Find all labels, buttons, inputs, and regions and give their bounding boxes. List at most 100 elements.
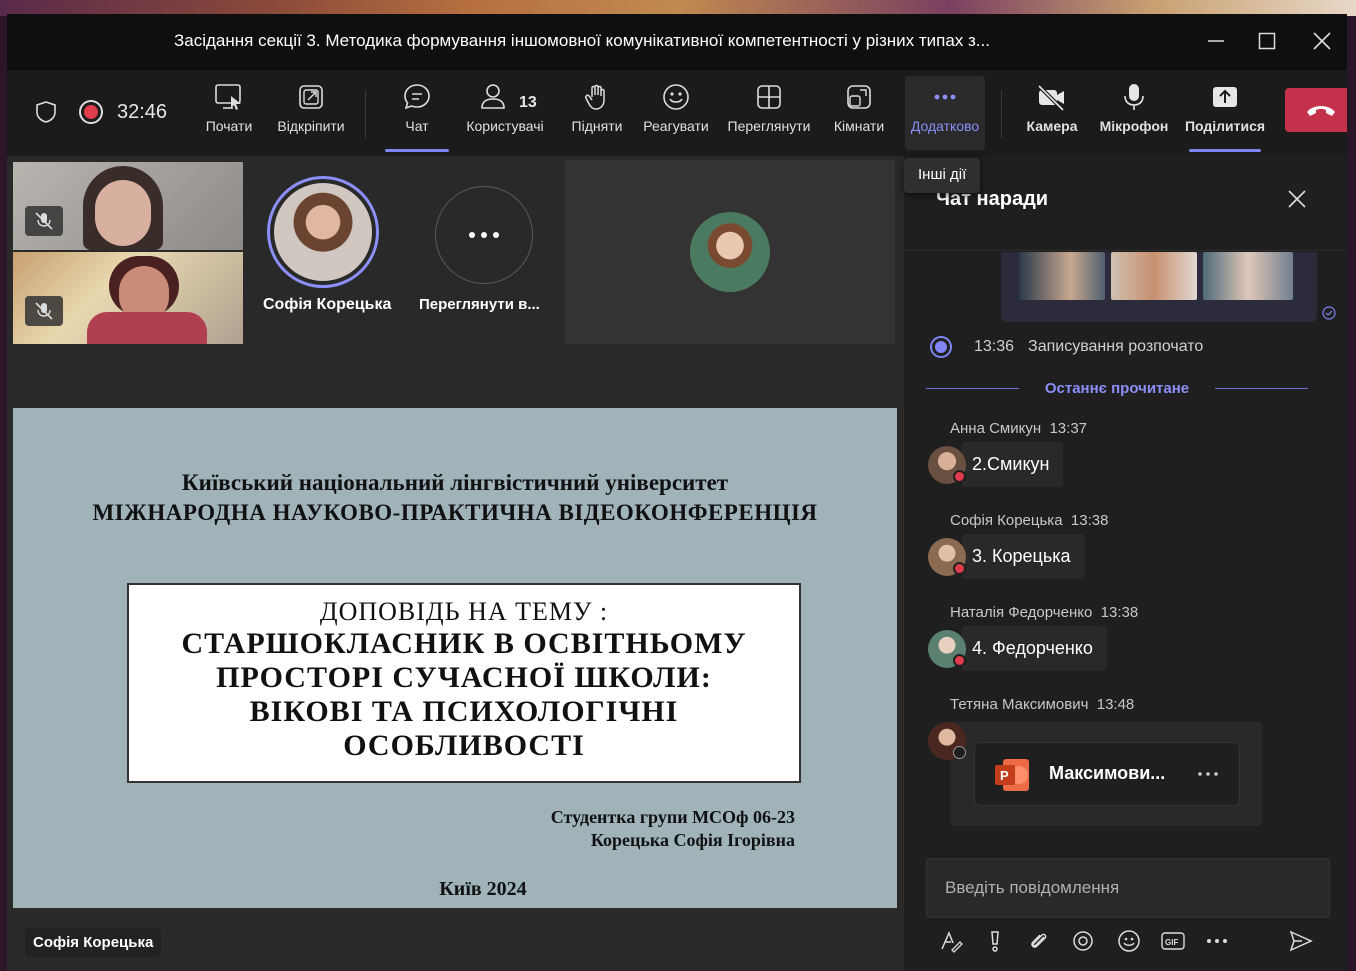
gif-button[interactable]: GIF [1158,926,1188,956]
chat-icon [404,84,430,110]
file-name: Максимови... [1049,763,1166,783]
svg-text:GIF: GIF [1165,938,1178,947]
view-more-label: Переглянути в... [419,296,540,313]
react-button[interactable]: Реагувати [639,80,713,150]
participant-tile[interactable] [565,160,895,344]
loop-icon [1073,931,1093,951]
meeting-chat-panel: Чат наради 13:36 Записування розпочато О… [903,156,1347,971]
shared-presentation-slide: Київський національний лінгвістичний уні… [13,408,897,908]
view-button[interactable]: Переглянути [723,80,815,150]
emoji-button[interactable] [1114,926,1144,956]
share-icon [1213,87,1237,107]
mic-off-icon [25,296,63,326]
format-text-icon [941,931,963,953]
rooms-icon [847,85,871,109]
close-icon [1288,190,1306,208]
more-actions-button[interactable]: Додатково [905,80,985,150]
slide-city-year: Київ 2024 [439,878,527,900]
slide-conference: МІЖНАРОДНА НАУКОВО-ПРАКТИЧНА ВІДЕОКОНФЕР… [92,500,818,525]
camera-off-icon [1037,84,1065,112]
chat-message[interactable]: 3. Корецька [962,534,1085,579]
gif-icon: GIF [1161,932,1185,950]
recording-icon [930,336,952,358]
participant-tile-featured[interactable]: Софія Корецька Переглянути в... [251,162,563,344]
slide-university: Київський національний лінгвістичний уні… [181,470,729,495]
microphone-icon [1124,84,1144,110]
important-button[interactable] [980,926,1010,956]
avatar [690,212,770,292]
more-compose-options-button[interactable] [1202,926,1232,956]
maximize-icon [1258,32,1276,50]
recording-thumbnail [1111,252,1197,300]
loop-button[interactable] [1068,926,1098,956]
format-button[interactable] [936,926,966,956]
popout-icon [299,85,323,109]
meeting-toolbar: 32:46 Почати Відкріпити Чат 13 Користува… [7,70,1347,156]
powerpoint-file-icon: P [995,759,1029,791]
raise-hand-button[interactable]: Підняти [565,80,629,150]
seen-check-icon [1322,306,1336,320]
emoji-icon [1118,930,1140,952]
camera-button[interactable]: Камера [1021,80,1083,150]
close-window-button[interactable] [1307,26,1337,56]
slide-topic-box: ДОПОВІДЬ НА ТЕМУ : СТАРШОКЛАСНИК В ОСВІТ… [127,583,801,783]
popout-button[interactable]: Відкріпити [271,80,351,150]
message-header: Наталія Федорченко 13:38 [950,604,1139,621]
message-input[interactable] [945,873,1305,903]
rooms-button[interactable]: Кімнати [827,80,891,150]
paperclip-icon [1031,933,1047,948]
slide-topic-line: ПРОСТОРІ СУЧАСНОЇ ШКОЛИ: [216,661,712,694]
minimize-button[interactable] [1201,26,1231,56]
grid-view-icon [757,85,781,109]
present-button[interactable]: Почати [195,80,263,150]
share-button[interactable]: Поділитися [1183,80,1267,150]
slide-subtitle: ДОПОВІДЬ НА ТЕМУ : [319,597,609,626]
window-title: Засідання секції 3. Методика формування … [174,31,990,50]
more-actions-tooltip: Інші дії [904,158,981,193]
leave-button[interactable] [1285,88,1347,132]
chat-button[interactable]: Чат [385,80,449,150]
people-button[interactable]: 13 Користувачі [459,80,551,150]
chat-message[interactable]: 2.Смикун [962,442,1064,487]
chat-active-indicator [385,149,449,152]
participant-count-badge: 13 [519,94,537,111]
message-header: Софія Корецька 13:38 [950,512,1109,529]
message-header: Анна Смикун 13:37 [950,420,1088,437]
busy-status-icon [953,470,966,483]
send-button[interactable] [1286,926,1316,956]
toolbar-divider [1001,90,1002,138]
microphone-button[interactable]: Мікрофон [1095,80,1173,150]
attach-button[interactable] [1024,926,1054,956]
busy-status-icon [953,654,966,667]
svg-text:P: P [1000,768,1009,783]
file-attachment[interactable]: P Максимови... [974,742,1240,806]
shield-icon[interactable] [35,100,57,124]
more-icon [934,94,956,100]
offline-status-icon [953,746,966,759]
maximize-button[interactable] [1252,26,1282,56]
slide-topic-line: ОСОБЛИВОСТІ [343,729,585,762]
participant-video-tile[interactable] [13,252,243,344]
message-header: Тетяна Максимович 13:48 [950,696,1135,713]
close-chat-button[interactable] [1288,184,1306,215]
more-icon [1198,772,1218,776]
recording-preview-card[interactable] [1001,252,1317,322]
participant-name: Софія Корецька [263,296,392,313]
file-more-options-button[interactable] [1197,761,1219,782]
close-icon [1313,32,1331,50]
message-composer [926,858,1330,918]
recording-indicator-icon [79,100,103,124]
busy-status-icon [953,562,966,575]
last-read-divider: Останнє прочитане [926,380,1308,397]
emoji-icon [663,84,689,110]
minimize-icon [1208,40,1224,42]
recording-started-notice: 13:36 Записування розпочато [930,336,1203,358]
chat-message-file: P Максимови... [950,722,1262,826]
raise-hand-icon [585,84,605,110]
participant-video-tile[interactable] [13,162,243,250]
present-screen-icon [215,84,241,110]
chat-message[interactable]: 4. Федорченко [962,626,1107,671]
meeting-stage: Софія Корецька Переглянути в... Київськи… [7,156,903,971]
view-more-participants-button[interactable] [435,186,533,284]
recording-thumbnail [1019,252,1105,300]
